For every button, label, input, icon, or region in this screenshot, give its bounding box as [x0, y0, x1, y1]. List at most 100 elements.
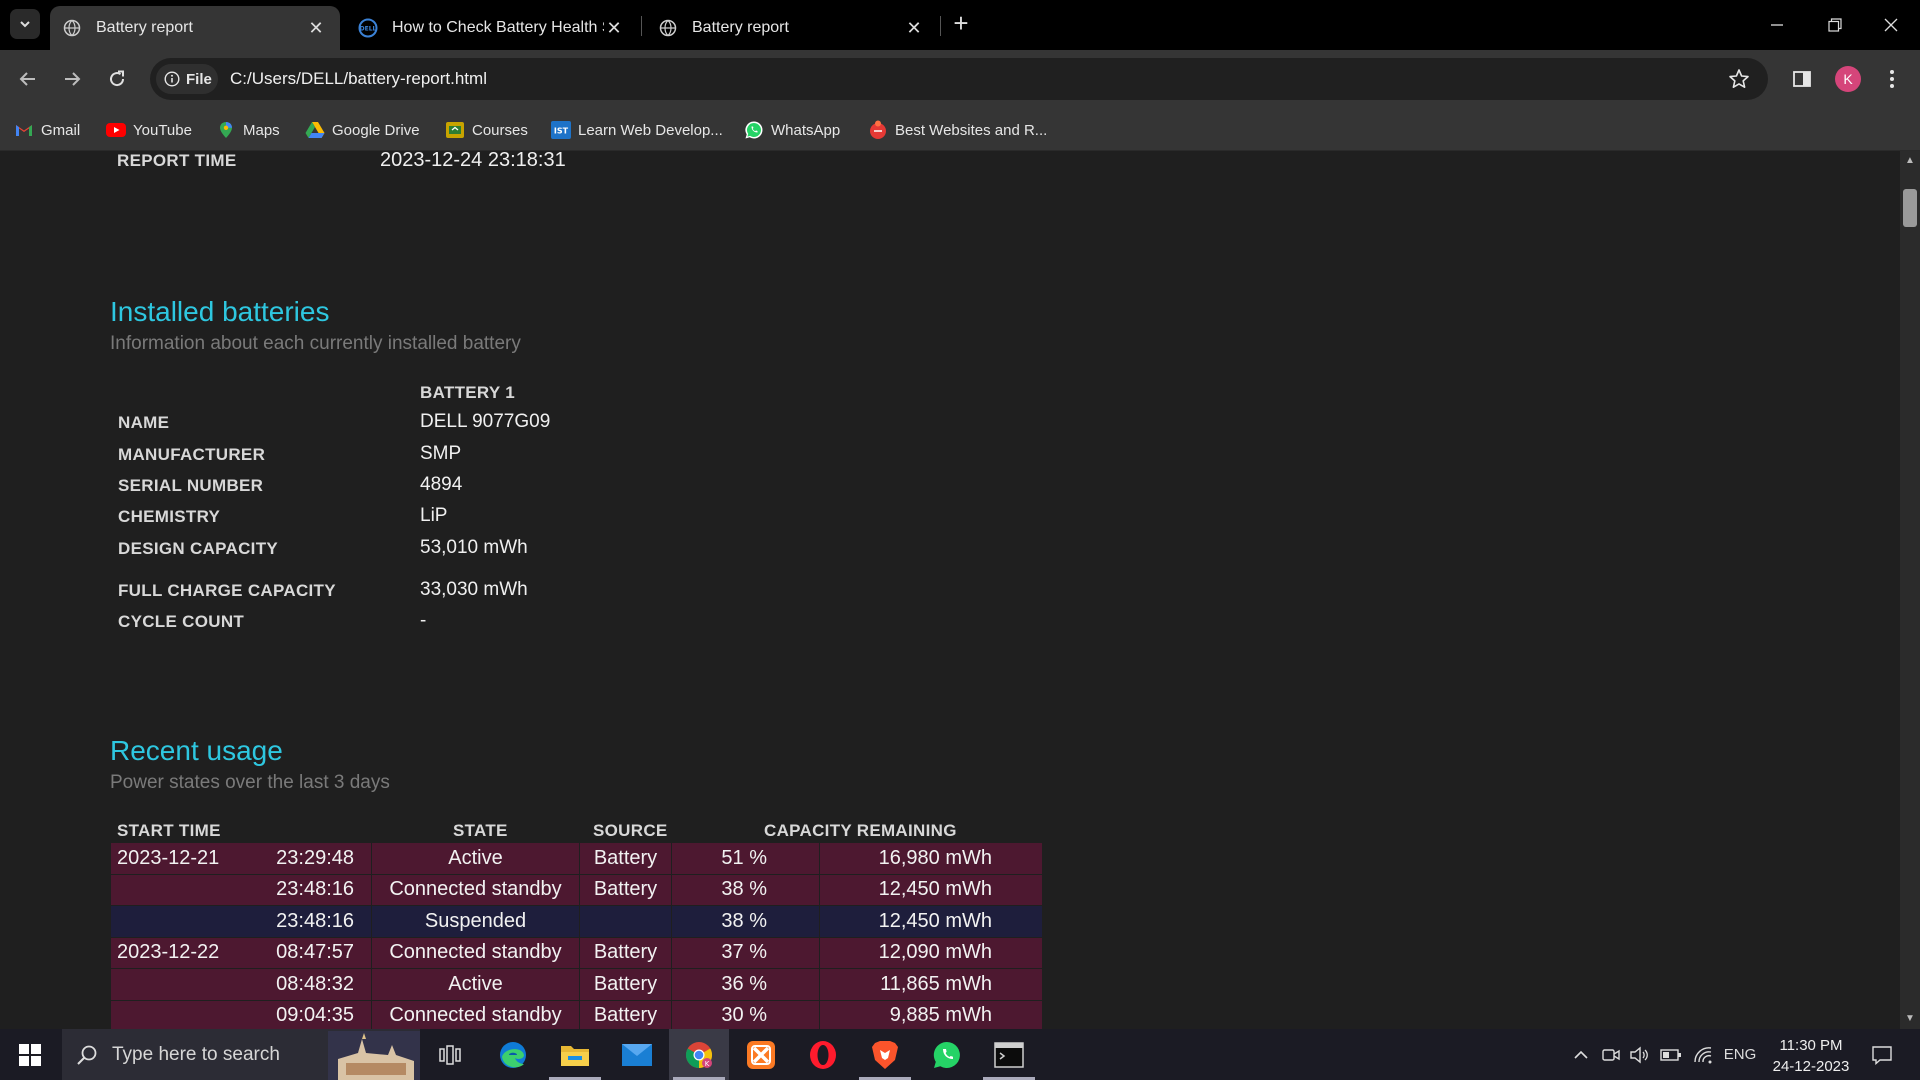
bookmark-best-websites[interactable]: Best Websites and R... — [868, 118, 1047, 142]
show-hidden-icons-button[interactable] — [1568, 1029, 1594, 1080]
bookmark-learn-web-dev[interactable]: IST Learn Web Develop... — [551, 118, 723, 142]
usage-row: 08:48:32 Active Battery 36 % 11,865 mWh — [111, 969, 1043, 1001]
notification-icon — [1872, 1045, 1892, 1065]
start-time: 08:48:32 — [276, 972, 354, 995]
tab-search-button[interactable] — [10, 9, 40, 39]
side-panel-icon — [1793, 71, 1811, 87]
source-cell — [580, 906, 672, 938]
address-bar[interactable]: File C:/Users/DELL/battery-report.html — [150, 58, 1768, 100]
system-clock[interactable]: 11:30 PM 24-12-2023 — [1766, 1035, 1856, 1077]
name-value: DELL 9077G09 — [420, 411, 551, 432]
task-view-button[interactable] — [420, 1029, 480, 1080]
capacity-percent-cell: 30 % — [672, 1000, 820, 1029]
arrow-left-icon — [19, 72, 35, 86]
opera-icon — [810, 1040, 836, 1069]
volume-button[interactable] — [1626, 1029, 1652, 1080]
drive-icon — [305, 120, 325, 140]
source-header: SOURCE — [593, 821, 668, 840]
profile-button[interactable]: K — [1832, 63, 1864, 95]
bookmark-label: Google Drive — [332, 121, 420, 139]
globe-icon — [658, 18, 678, 38]
taskbar-chrome[interactable]: K — [669, 1029, 729, 1080]
network-button[interactable] — [1689, 1029, 1717, 1080]
name-label: NAME — [118, 413, 170, 432]
installed-batteries-heading: Installed batteries — [110, 296, 330, 327]
start-button[interactable] — [0, 1029, 60, 1080]
bookmark-label: Learn Web Develop... — [578, 121, 723, 139]
battery-icon — [1660, 1048, 1681, 1061]
forward-button[interactable] — [57, 64, 87, 94]
side-panel-button[interactable] — [1786, 63, 1818, 95]
bookmark-youtube[interactable]: YouTube — [106, 118, 192, 142]
taskbar-terminal[interactable] — [979, 1029, 1039, 1080]
close-tab-icon[interactable]: ✕ — [904, 18, 924, 38]
source-cell: Battery — [580, 969, 672, 1001]
serial-number-value: 4894 — [420, 474, 463, 495]
start-time-cell: 23:48:16 — [111, 906, 372, 938]
minimize-icon — [1771, 24, 1783, 26]
edge-icon — [500, 1041, 526, 1068]
restore-button[interactable] — [1806, 0, 1864, 50]
start-date: 2023-12-21 — [117, 846, 220, 869]
menu-button[interactable] — [1876, 63, 1908, 95]
taskbar-search-box[interactable]: Type here to search — [62, 1029, 420, 1080]
start-time-cell: 2023-12-21 23:29:48 — [111, 843, 372, 875]
back-button[interactable] — [13, 64, 43, 94]
brave-icon — [872, 1040, 898, 1069]
close-tab-icon[interactable]: ✕ — [604, 18, 624, 38]
tab-divider — [641, 16, 642, 36]
bookmark-gmail[interactable]: Gmail — [14, 118, 80, 142]
input-language-indicator[interactable]: ENG — [1720, 1029, 1760, 1080]
bookmark-star-icon[interactable] — [1728, 68, 1750, 95]
taskbar-file-explorer[interactable] — [545, 1029, 605, 1080]
taskbar-opera[interactable] — [793, 1029, 853, 1080]
battery-button[interactable] — [1657, 1029, 1685, 1080]
xampp-icon — [747, 1040, 775, 1069]
tab-battery-report-2[interactable]: Battery report ✕ — [646, 6, 938, 50]
wifi-icon — [1694, 1046, 1712, 1063]
scroll-down-arrow-icon[interactable]: ▼ — [1904, 1013, 1916, 1025]
vertical-scrollbar[interactable]: ▲ ▼ — [1900, 151, 1920, 1029]
capacity-percent-cell: 38 % — [672, 906, 820, 938]
capacity-mwh-cell: 11,865 mWh — [820, 969, 1043, 1001]
new-tab-button[interactable]: + — [950, 10, 972, 36]
taskbar-xampp[interactable] — [731, 1029, 791, 1080]
mail-icon — [622, 1043, 652, 1066]
manufacturer-value: SMP — [420, 443, 462, 464]
reload-button[interactable] — [102, 64, 132, 94]
taskbar-edge[interactable] — [483, 1029, 543, 1080]
bookmark-maps[interactable]: Maps — [216, 118, 280, 142]
scrollbar-thumb[interactable] — [1903, 189, 1917, 227]
scroll-up-arrow-icon[interactable]: ▲ — [1904, 155, 1916, 167]
site-info-chip[interactable]: File — [156, 64, 218, 94]
chevron-down-icon — [20, 21, 30, 28]
recent-usage-rows: 2023-12-21 23:29:48 Active Battery 51 % 16,98… — [111, 843, 1043, 1029]
meet-now-button[interactable] — [1598, 1029, 1624, 1080]
taskbar-brave[interactable] — [855, 1029, 915, 1080]
taskbar-whatsapp[interactable] — [917, 1029, 977, 1080]
taskbar-mail[interactable] — [607, 1029, 667, 1080]
info-icon — [164, 71, 180, 87]
bookmark-label: WhatsApp — [771, 121, 841, 139]
capacity-mwh-cell: 12,450 mWh — [820, 874, 1043, 906]
notifications-button[interactable] — [1862, 1029, 1902, 1080]
state-cell: Active — [372, 843, 580, 875]
bookmark-whatsapp[interactable]: WhatsApp — [744, 118, 840, 142]
capacity-mwh-cell: 16,980 mWh — [820, 843, 1043, 875]
source-cell: Battery — [580, 937, 672, 969]
bookmark-google-drive[interactable]: Google Drive — [305, 118, 420, 142]
url-text[interactable]: C:/Users/DELL/battery-report.html — [230, 69, 487, 89]
tab-divider — [940, 16, 941, 36]
bookmark-courses[interactable]: Courses — [445, 118, 528, 142]
close-tab-icon[interactable]: ✕ — [306, 18, 326, 38]
folder-icon — [561, 1045, 589, 1066]
search-highlight-image — [328, 1031, 420, 1080]
usage-row: 2023-12-22 08:47:57 Connected standby Batte… — [111, 937, 1043, 969]
browser-toolbar: File C:/Users/DELL/battery-report.html K — [0, 50, 1920, 108]
bookmark-label: Courses — [472, 121, 528, 139]
close-window-button[interactable] — [1862, 0, 1920, 50]
tab-battery-health-article[interactable]: DELL How to Check Battery Health St ✕ — [346, 6, 638, 50]
tab-title: Battery report — [96, 19, 193, 36]
minimize-button[interactable] — [1748, 0, 1806, 50]
tab-battery-report-1[interactable]: Battery report ✕ — [50, 6, 340, 50]
